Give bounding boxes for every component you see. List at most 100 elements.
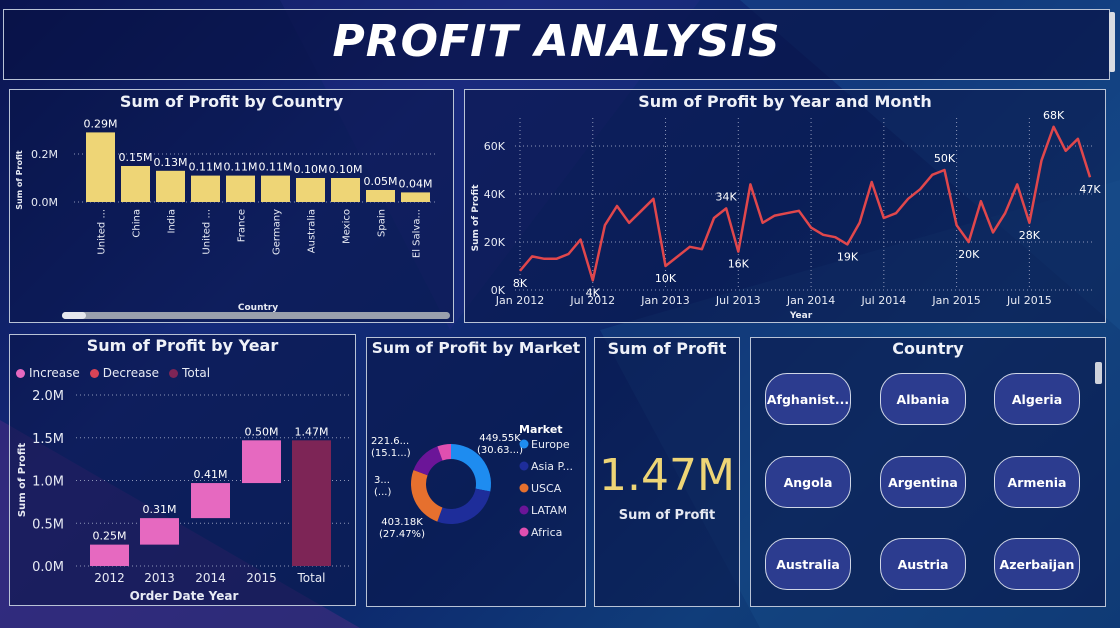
country-data-label: 0.11M (259, 161, 293, 174)
donut-label-pct: (30.63...) (477, 445, 523, 456)
country-xtick: Germany (272, 209, 283, 255)
donut-label: 449.55K (479, 433, 521, 444)
water-ytick: 0.0M (32, 560, 64, 575)
water-ylabel: Sum of Profit (17, 443, 28, 517)
donut-legend-swatch (519, 505, 529, 515)
kpi-label: Sum of Profit (618, 508, 716, 523)
slicer-title: Country (892, 339, 964, 358)
donut-legend-item: Asia P... (531, 460, 573, 473)
country-bar (191, 175, 220, 202)
market-chart-panel: Sum of Profit by Market 449.55K (30.63...… (366, 337, 586, 607)
country-xtick: Spain (377, 209, 388, 237)
slicer-item-armenia[interactable]: Armenia (994, 456, 1080, 508)
country-xtick: China (132, 209, 143, 238)
country-data-label: 0.04M (399, 177, 433, 190)
donut-label: 403.18K (381, 517, 423, 528)
line-point-label: 20K (958, 248, 980, 261)
slicer-item-azerbaijan[interactable]: Azerbaijan (994, 538, 1080, 590)
water-bar (140, 518, 179, 545)
line-point-label: 68K (1043, 109, 1065, 122)
water-bar (242, 440, 281, 484)
line-point-label: 19K (837, 250, 859, 263)
donut-legend-item: LATAM (531, 504, 567, 517)
donut-label: 3... (374, 475, 390, 486)
country-bar (296, 178, 325, 202)
slicer-item-austria[interactable]: Austria (880, 538, 966, 590)
water-xlabel: Order Date Year (130, 589, 239, 603)
line-point-label: 34K (716, 190, 738, 203)
slicer-item-afghanistan[interactable]: Afghanist... (765, 373, 851, 425)
water-data-label: 1.47M (295, 425, 329, 438)
water-data-label: 0.25M (93, 530, 127, 543)
water-xtick: 2015 (246, 571, 277, 585)
line-point-label: 28K (1019, 229, 1041, 242)
line-xtick: Jan 2013 (640, 294, 689, 307)
country-xtick: France (237, 209, 248, 242)
line-ytick: 60K (484, 140, 506, 153)
line-point-label: 10K (655, 272, 677, 285)
country-slicer: Country Afghanist... Albania Algeria Ang… (750, 337, 1106, 607)
line-point-label: 8K (513, 277, 528, 290)
header-scrollbar[interactable] (1109, 12, 1115, 72)
donut-legend-swatch (519, 461, 529, 471)
country-data-label: 0.29M (84, 117, 118, 130)
water-data-label: 0.41M (194, 468, 228, 481)
line-xtick: Jan 2012 (495, 294, 544, 307)
line-xtick: Jul 2014 (860, 294, 906, 307)
line-xtick: Jul 2015 (1006, 294, 1052, 307)
country-data-label: 0.11M (224, 161, 258, 174)
donut-legend-title: Market (519, 423, 563, 436)
year-waterfall-chart: 0.0M 0.5M 1.0M 1.5M 2.0M Sum of Profit 0.25M 20… (17, 389, 352, 603)
header-banner: PROFIT ANALYSIS (3, 9, 1115, 80)
country-bar (86, 132, 115, 202)
water-bar (292, 440, 331, 566)
country-xtick: El Salva... (412, 209, 423, 258)
water-ytick: 0.5M (32, 517, 64, 532)
country-ytick: 0.2M (31, 148, 58, 161)
country-bar (366, 190, 395, 202)
donut-slice (411, 470, 443, 522)
country-xtick: United ... (97, 209, 108, 255)
donut-slice (437, 488, 491, 524)
donut-slice (413, 446, 443, 476)
line-xtick: Jul 2013 (715, 294, 761, 307)
line-point-label: 47K (1079, 183, 1101, 196)
page-title: PROFIT ANALYSIS (332, 16, 781, 67)
donut-label: 221.6... (371, 436, 409, 447)
water-ytick: 2.0M (32, 389, 64, 404)
country-xtick: United ... (202, 209, 213, 255)
slicer-item-argentina[interactable]: Argentina (880, 456, 966, 508)
slicer-item-australia[interactable]: Australia (765, 538, 851, 590)
country-data-label: 0.10M (329, 163, 363, 176)
country-bar (331, 178, 360, 202)
country-xtick: Mexico (342, 209, 353, 244)
slicer-item-angola[interactable]: Angola (765, 456, 851, 508)
country-xtick: India (167, 209, 178, 234)
donut-legend-item: Africa (531, 526, 562, 539)
profit-line (519, 125, 1092, 282)
donut-label-pct: (27.47%) (379, 529, 425, 540)
country-chart-scrollbar[interactable] (62, 312, 450, 319)
donut-legend-item: Europe (531, 438, 570, 451)
line-ytick: 40K (484, 188, 506, 201)
line-ylabel: Sum of Profit (471, 184, 481, 252)
donut-legend-swatch (519, 483, 529, 493)
slicer-item-albania[interactable]: Albania (880, 373, 966, 425)
yearmonth-line-chart: 0K20K40K60KJan 2012 Jul 2012 Jan 2013 Jul 2… (471, 109, 1101, 321)
country-scroll-thumb[interactable] (62, 312, 86, 319)
donut-legend-swatch (519, 439, 529, 449)
country-data-label: 0.13M (154, 156, 188, 169)
country-xtick: Australia (307, 209, 318, 253)
kpi-value: 1.47M (599, 450, 735, 501)
donut-legend-item: USCA (531, 482, 562, 495)
kpi-title: Sum of Profit (607, 339, 727, 358)
line-point-label: 4K (586, 286, 601, 299)
water-xtick: Total (296, 571, 325, 585)
slicer-item-algeria[interactable]: Algeria (994, 373, 1080, 425)
kpi-card: Sum of Profit 1.47M Sum of Profit (594, 337, 740, 607)
country-data-label: 0.15M (119, 151, 153, 164)
water-bar (191, 483, 230, 519)
donut-label-pct: (...) (374, 487, 391, 498)
slicer-scrollbar[interactable] (1095, 362, 1102, 384)
water-data-label: 0.50M (245, 425, 279, 438)
